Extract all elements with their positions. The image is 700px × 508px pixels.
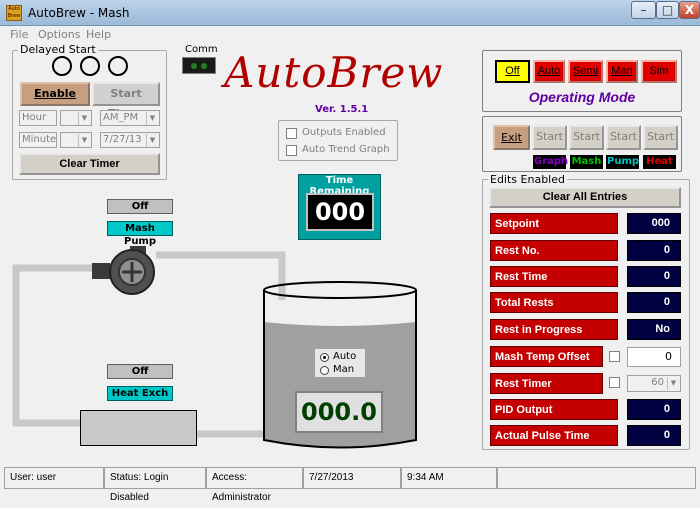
rest-timer-frequency-label: Rest Timer Frequency	[490, 373, 603, 410]
status-empty	[497, 467, 696, 489]
mode-man-button[interactable]: Man	[606, 60, 638, 83]
heat-exch-label: Heat Exch	[107, 386, 173, 401]
man-radio-label: Man	[333, 364, 355, 375]
setpoint-label: Setpoint	[490, 213, 618, 234]
pid-output-label: PID Output	[490, 399, 618, 420]
auto-radio-label: Auto	[333, 351, 357, 362]
rest-timer-frequency-dropdown[interactable]: 60 ▼	[627, 375, 681, 392]
heat-exchanger-box	[80, 410, 197, 446]
rest-time-label: Rest Time	[490, 266, 618, 287]
mode-semi-button[interactable]: Semi	[568, 60, 603, 83]
setpoint-value[interactable]: 000	[627, 213, 681, 234]
status-access: Access: Administrator	[206, 467, 303, 503]
mash-tag: Mash	[570, 155, 603, 169]
rest-timer-frequency-checkbox[interactable]	[609, 377, 620, 388]
mash-temp-offset-checkbox[interactable]	[609, 351, 620, 362]
total-rests-label: Total Rests	[490, 292, 618, 313]
mode-off-button[interactable]: Off	[495, 60, 530, 83]
pid-output-value: 0	[627, 399, 681, 420]
exit-button[interactable]: Exit	[493, 125, 530, 150]
mash-temp-offset-label: Mash Temp Offset	[490, 346, 603, 367]
chevron-down-icon: ▼	[667, 377, 679, 390]
status-time: 9:34 AM	[401, 467, 497, 489]
clear-all-entries-button[interactable]: Clear All Entries	[489, 187, 681, 208]
rest-time-value: 0	[627, 266, 681, 287]
rest-no-label: Rest No.	[490, 240, 618, 261]
operating-mode-title: Operating Mode	[528, 89, 636, 105]
man-radio[interactable]	[320, 366, 329, 375]
graph-tag: Graph	[533, 155, 569, 169]
rest-timer-frequency-value: 60	[651, 377, 664, 388]
actual-pulse-time-value: 0	[627, 425, 681, 446]
mode-sim-button[interactable]: Sim	[641, 60, 677, 83]
rest-no-value: 0	[627, 240, 681, 261]
start-heat-button[interactable]: Start	[643, 125, 678, 150]
status-user: User: user	[4, 467, 104, 489]
pump-state-indicator: Off	[107, 199, 173, 214]
tank-temp-display: 000.0	[295, 391, 383, 433]
auto-radio[interactable]	[320, 353, 329, 362]
rest-in-progress-value: No	[627, 319, 681, 340]
heatex-state-indicator: Off	[107, 364, 173, 379]
radio-dot	[323, 356, 326, 359]
start-graph-button[interactable]: Start	[532, 125, 567, 150]
mash-temp-offset-input[interactable]: 0	[627, 347, 681, 367]
rest-in-progress-label: Rest in Progress	[490, 319, 618, 340]
mash-pump-label: Mash Pump	[107, 221, 173, 247]
mode-auto-button[interactable]: Auto	[533, 60, 565, 83]
actual-pulse-time-label: Actual Pulse Time	[490, 425, 618, 446]
pump-tag: Pump	[606, 155, 640, 169]
start-pump-button[interactable]: Start	[606, 125, 641, 150]
status-date: 7/27/2013	[303, 467, 401, 489]
pipe-loop	[12, 264, 100, 427]
status-login: Status: Login Disabled	[104, 467, 206, 503]
pump-inlet	[92, 263, 110, 279]
tank-rim	[263, 281, 417, 299]
start-mash-button[interactable]: Start	[569, 125, 604, 150]
edits-legend: Edits Enabled	[488, 173, 567, 186]
total-rests-value: 0	[627, 292, 681, 313]
heat-tag: Heat	[643, 155, 676, 169]
